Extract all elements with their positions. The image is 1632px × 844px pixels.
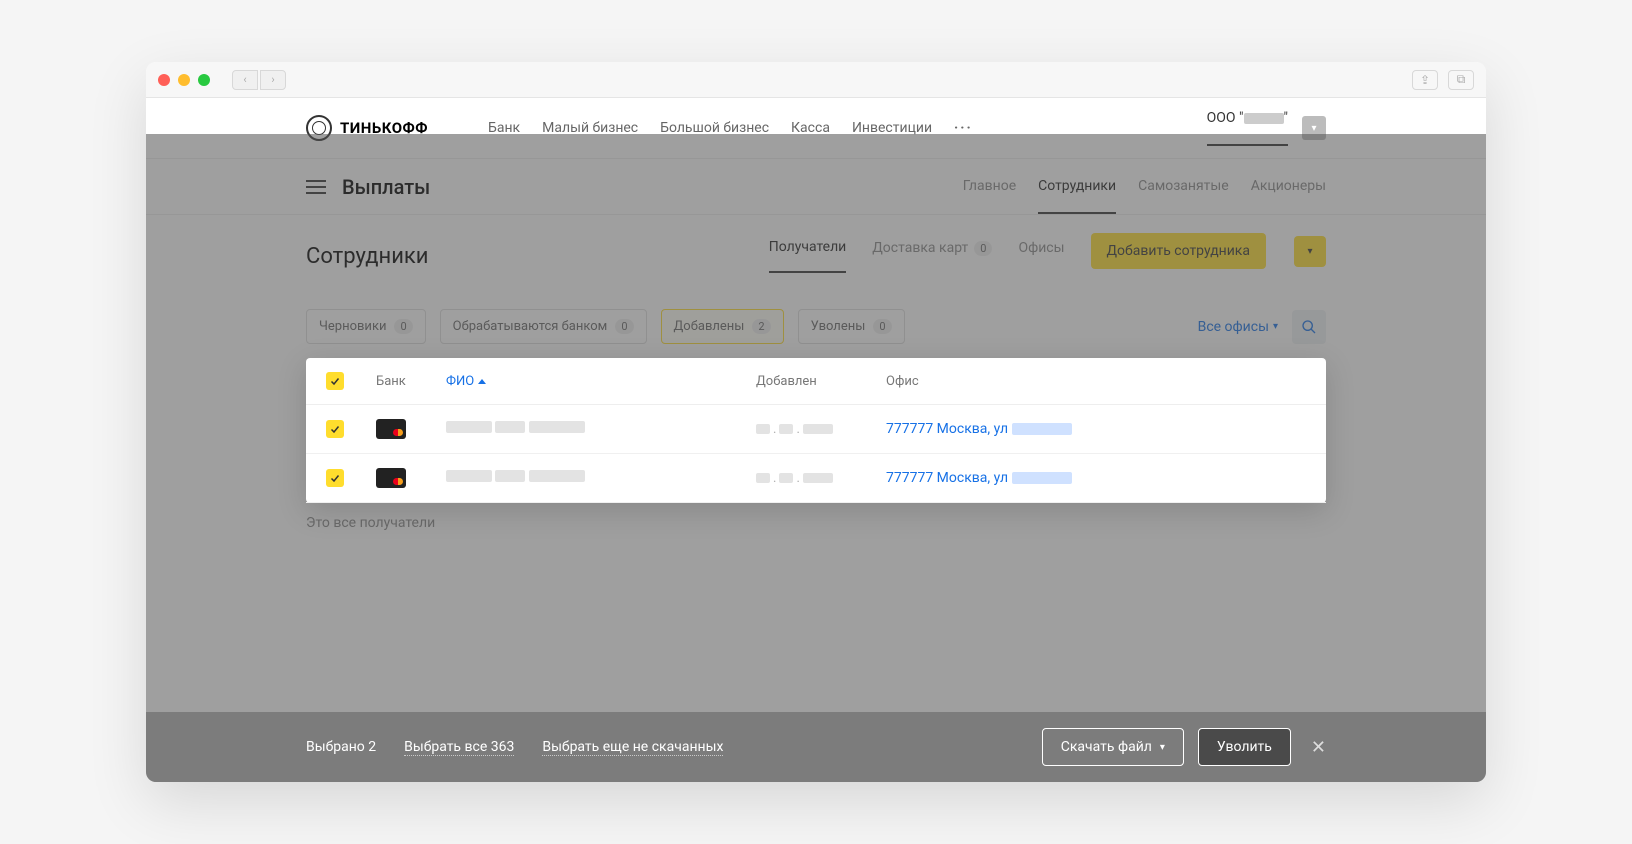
table-header: Банк ФИО Добавлен Офис xyxy=(306,358,1326,405)
share-icon[interactable]: ⇪ xyxy=(1412,70,1438,90)
check-icon xyxy=(329,375,341,387)
account-suffix: " xyxy=(1284,110,1288,126)
bank-card-icon xyxy=(376,419,406,439)
account-name-redacted xyxy=(1244,113,1284,124)
th-added: Добавлен xyxy=(756,374,876,389)
select-all-link[interactable]: Выбрать все 363 xyxy=(404,739,514,756)
office-redacted xyxy=(1012,423,1072,435)
office-redacted xyxy=(1012,472,1072,484)
th-bank: Банк xyxy=(376,374,436,389)
selection-actionbar: Выбрано 2 Выбрать все 363 Выбрать еще не… xyxy=(146,712,1486,782)
nav-buttons: ‹ › xyxy=(232,70,286,90)
fio-redacted xyxy=(446,421,746,437)
office-link[interactable]: 777777 Москва, ул xyxy=(886,421,1306,437)
fire-button[interactable]: Уволить xyxy=(1198,728,1291,766)
forward-button[interactable]: › xyxy=(260,70,286,90)
th-fio[interactable]: ФИО xyxy=(446,374,746,389)
download-file-button[interactable]: Скачать файл ▾ xyxy=(1042,728,1184,766)
select-not-downloaded-link[interactable]: Выбрать еще не скачанных xyxy=(542,739,723,756)
fio-redacted xyxy=(446,470,746,486)
titlebar: ‹ › ⇪ ⧉ xyxy=(146,62,1486,98)
traffic-lights xyxy=(158,74,210,86)
minimize-window-icon[interactable] xyxy=(178,74,190,86)
sort-asc-icon xyxy=(478,379,486,384)
employees-table-wrap: Банк ФИО Добавлен Офис xyxy=(266,358,1366,503)
office-link[interactable]: 777777 Москва, ул xyxy=(886,470,1306,486)
check-icon xyxy=(329,423,341,435)
table-row[interactable]: .. 777777 Москва, ул xyxy=(306,454,1326,503)
bank-card-icon xyxy=(376,468,406,488)
close-window-icon[interactable] xyxy=(158,74,170,86)
tabs-icon[interactable]: ⧉ xyxy=(1448,70,1474,90)
app-content: ТИНЬКОФФ Банк Малый бизнес Большой бизне… xyxy=(146,98,1486,782)
th-office: Офис xyxy=(886,374,1306,389)
account-prefix: ООО " xyxy=(1207,110,1244,126)
browser-window: ‹ › ⇪ ⧉ ТИНЬКОФФ Банк Малый бизнес Больш… xyxy=(146,62,1486,782)
check-icon xyxy=(329,472,341,484)
close-actionbar-icon[interactable]: ✕ xyxy=(1311,737,1326,758)
select-all-checkbox[interactable] xyxy=(326,372,344,390)
chevron-down-icon: ▾ xyxy=(1160,742,1165,753)
back-button[interactable]: ‹ xyxy=(232,70,258,90)
selected-count: Выбрано 2 xyxy=(306,739,376,755)
row-checkbox[interactable] xyxy=(326,469,344,487)
maximize-window-icon[interactable] xyxy=(198,74,210,86)
date-redacted: .. xyxy=(756,422,876,437)
employees-table: Банк ФИО Добавлен Офис xyxy=(306,358,1326,503)
row-checkbox[interactable] xyxy=(326,420,344,438)
table-row[interactable]: .. 777777 Москва, ул xyxy=(306,405,1326,454)
date-redacted: .. xyxy=(756,471,876,486)
